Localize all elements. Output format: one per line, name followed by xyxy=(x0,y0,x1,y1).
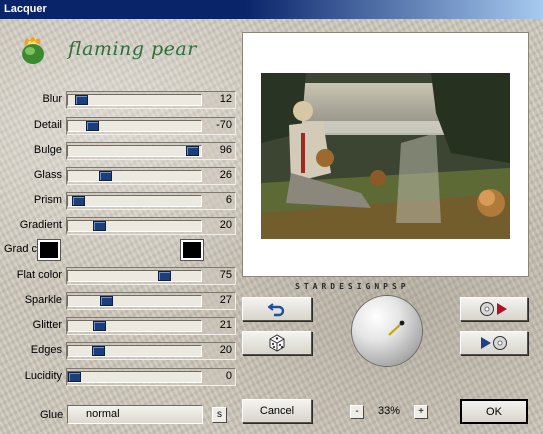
save-preset-button[interactable] xyxy=(460,297,528,321)
slider-row-prism: Prism 6 xyxy=(0,190,240,212)
slider-row-gradient: Gradient 20 xyxy=(0,215,240,237)
slider-label: Flat color xyxy=(16,269,62,281)
dice-icon xyxy=(269,334,285,352)
arrow-to-disc-icon xyxy=(481,336,507,350)
slider-value: 26 xyxy=(219,169,232,181)
preview-pan-knob[interactable] xyxy=(352,296,422,366)
slider-track[interactable] xyxy=(67,320,202,332)
slider-track[interactable] xyxy=(67,371,202,383)
slider-thumb[interactable] xyxy=(75,95,88,105)
slider-thumb[interactable] xyxy=(93,221,106,231)
undo-arrow-icon xyxy=(268,303,285,317)
slider-value: 27 xyxy=(219,294,232,306)
slider-thumb[interactable] xyxy=(68,372,81,382)
slider-row-glass: Glass 26 xyxy=(0,165,240,187)
slider-thumb[interactable] xyxy=(72,196,85,206)
slider-value: -70 xyxy=(216,119,232,131)
undo-button[interactable] xyxy=(242,297,312,321)
slider-row-flat-color: Flat color 75 xyxy=(0,265,240,287)
glue-s-button[interactable]: s xyxy=(212,407,227,423)
slider-value: 21 xyxy=(219,319,232,331)
preview-image[interactable] xyxy=(261,73,510,239)
slider-thumb[interactable] xyxy=(93,321,106,331)
slider-value: 20 xyxy=(219,344,232,356)
slider-track[interactable] xyxy=(67,120,202,132)
slider-label: Bulge xyxy=(33,144,62,156)
slider-track[interactable] xyxy=(67,270,202,282)
slider-row-sparkle: Sparkle 27 xyxy=(0,290,240,312)
slider-value: 96 xyxy=(219,144,232,156)
knob-indicator-icon xyxy=(388,320,405,336)
randomize-button[interactable] xyxy=(242,331,312,355)
slider-thumb[interactable] xyxy=(186,146,199,156)
slider-thumb[interactable] xyxy=(158,271,171,281)
glue-mode-select[interactable]: normal xyxy=(67,405,203,424)
load-preset-button[interactable] xyxy=(460,331,528,355)
slider-label: Edges xyxy=(30,344,62,356)
slider-track[interactable] xyxy=(67,94,202,106)
slider-label: Glass xyxy=(33,169,62,181)
slider-track[interactable] xyxy=(67,220,202,232)
slider-track[interactable] xyxy=(67,170,202,182)
slider-label: Glitter xyxy=(32,319,62,331)
slider-value: 6 xyxy=(225,194,232,206)
preview-frame xyxy=(242,32,529,277)
slider-thumb[interactable] xyxy=(92,346,105,356)
slider-label: Blur xyxy=(42,93,62,105)
slider-row-bulge: Bulge 96 xyxy=(0,140,240,162)
slider-label: Sparkle xyxy=(24,294,62,306)
slider-value: 0 xyxy=(225,370,232,382)
slider-track[interactable] xyxy=(67,195,202,207)
slider-row-lucidity: Lucidity 0 xyxy=(0,366,240,388)
disc-to-arrow-icon xyxy=(480,302,507,316)
cancel-button[interactable]: Cancel xyxy=(242,399,312,423)
slider-label: Prism xyxy=(33,194,62,206)
slider-row-edges: Edges 20 xyxy=(0,340,240,362)
slider-label: Detail xyxy=(33,119,62,131)
slider-thumb[interactable] xyxy=(100,296,113,306)
slider-label: Gradient xyxy=(19,219,62,231)
slider-thumb[interactable] xyxy=(86,121,99,131)
slider-track[interactable] xyxy=(67,295,202,307)
slider-track[interactable] xyxy=(67,345,202,357)
slider-row-glitter: Glitter 21 xyxy=(0,315,240,337)
grad-color-b-swatch[interactable] xyxy=(180,239,204,261)
slider-track[interactable] xyxy=(67,145,202,157)
slider-label: Lucidity xyxy=(24,370,62,382)
brand-name: flaming pear xyxy=(68,38,197,60)
slider-value: 20 xyxy=(219,219,232,231)
flaming-pear-logo-icon xyxy=(22,36,44,64)
zoom-out-button[interactable]: - xyxy=(350,405,364,419)
window-title: Lacquer xyxy=(4,3,47,15)
zoom-level: 33% xyxy=(378,405,401,417)
ok-button[interactable]: OK xyxy=(460,399,528,424)
grad-colors-row: Grad colors xyxy=(0,239,240,261)
slider-value: 75 xyxy=(219,269,232,281)
zoom-in-button[interactable]: + xyxy=(414,405,428,419)
preview-image-content xyxy=(261,73,510,239)
slider-row-blur: Blur 12 xyxy=(0,89,240,111)
maker-label: STARDESIGNPSP xyxy=(295,282,410,291)
slider-row-detail: Detail -70 xyxy=(0,115,240,137)
grad-color-a-swatch[interactable] xyxy=(37,239,61,261)
window-title-bar: Lacquer xyxy=(0,0,543,19)
slider-thumb[interactable] xyxy=(99,171,112,181)
slider-value: 12 xyxy=(219,93,232,105)
glue-label: Glue xyxy=(40,409,64,421)
